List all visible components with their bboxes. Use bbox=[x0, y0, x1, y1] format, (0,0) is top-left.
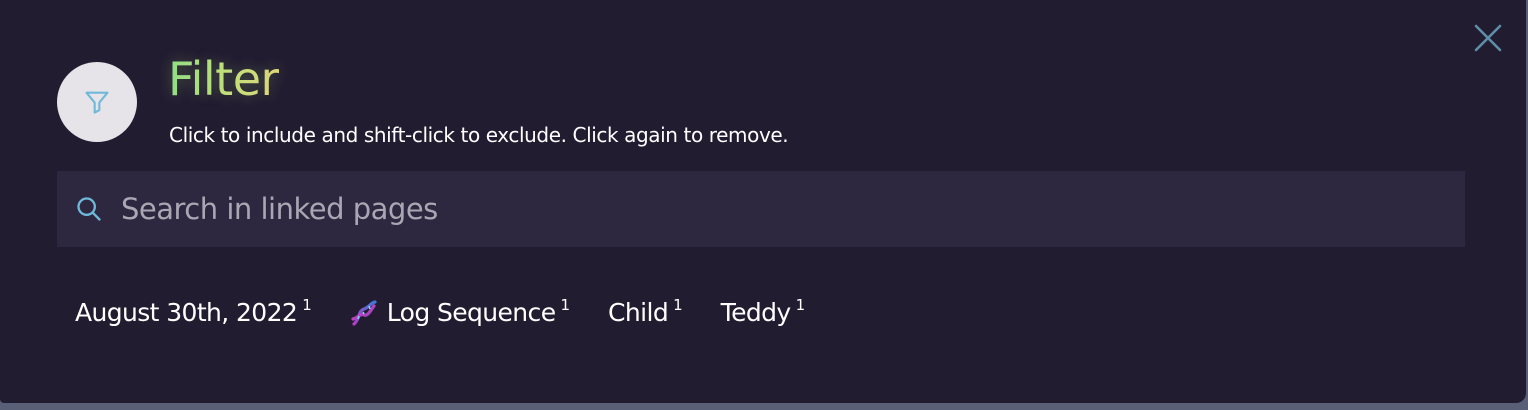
dna-emoji-icon bbox=[351, 300, 377, 326]
close-icon bbox=[1474, 24, 1502, 52]
filter-funnel-icon bbox=[85, 91, 109, 114]
filter-chip-log-sequence[interactable]: Log Sequence 1 bbox=[350, 292, 570, 334]
close-button[interactable] bbox=[1470, 20, 1506, 56]
filter-chip-count: 1 bbox=[560, 296, 571, 314]
filter-chip-label: August 30th, 2022 bbox=[75, 298, 298, 327]
filter-chip-count: 1 bbox=[302, 296, 312, 314]
filter-icon-badge bbox=[57, 62, 137, 142]
filter-chip-label: Teddy bbox=[720, 298, 792, 327]
filter-chips: August 30th, 2022 1 Log Sequence 1 Child… bbox=[75, 292, 843, 334]
dialog-title: Filter bbox=[168, 52, 279, 106]
filter-chip-teddy[interactable]: Teddy 1 bbox=[721, 292, 805, 334]
filter-chip-date[interactable]: August 30th, 2022 1 bbox=[75, 292, 312, 334]
filter-chip-count: 1 bbox=[795, 296, 806, 314]
filter-chip-label: Log Sequence bbox=[386, 298, 556, 327]
search-input[interactable] bbox=[121, 179, 1465, 239]
search-bar[interactable] bbox=[57, 171, 1465, 247]
dialog-subtitle: Click to include and shift-click to excl… bbox=[169, 123, 789, 147]
filter-chip-count: 1 bbox=[673, 296, 683, 314]
search-icon bbox=[57, 171, 121, 247]
filter-dialog: Filter Click to include and shift-click … bbox=[0, 0, 1526, 403]
filter-chip-label: Child bbox=[608, 298, 669, 327]
filter-chip-child[interactable]: Child 1 bbox=[608, 292, 683, 334]
